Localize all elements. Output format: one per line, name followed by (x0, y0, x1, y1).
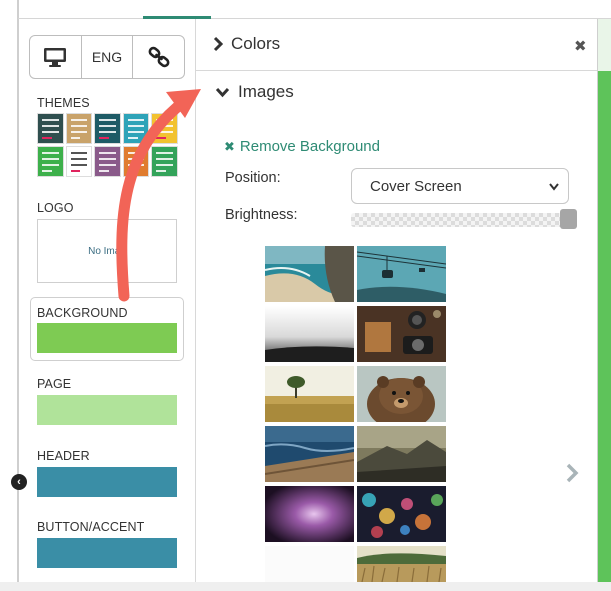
camera-desk-image (357, 306, 446, 362)
brightness-slider-handle[interactable] (560, 209, 577, 229)
preview-toolbar: ENG (29, 35, 185, 79)
theme-option[interactable] (122, 146, 150, 177)
gallery-image[interactable] (357, 306, 446, 362)
gallery-image[interactable] (357, 426, 446, 482)
link-icon (148, 46, 170, 68)
close-icon: ✖ (574, 38, 587, 55)
foggy-landscape-image (265, 306, 354, 362)
gallery-image[interactable] (265, 366, 354, 422)
button-accent-color-swatch[interactable] (37, 538, 177, 568)
position-value: Cover Screen (370, 177, 462, 195)
gallery-image[interactable] (357, 486, 446, 542)
close-button[interactable]: ✖ (574, 37, 587, 55)
gallery-image[interactable] (265, 486, 354, 542)
gallery-image[interactable] (265, 246, 354, 302)
remove-background-link[interactable]: ✖ Remove Background (224, 138, 380, 155)
theme-option[interactable] (37, 113, 64, 144)
brightness-label: Brightness: (225, 207, 298, 223)
button-accent-label: BUTTON/ACCENT (37, 520, 145, 534)
page-preview-strip (598, 19, 611, 582)
sidebar-divider (195, 19, 196, 582)
gallery-image[interactable] (265, 546, 354, 582)
theme-option[interactable] (151, 146, 178, 177)
page-label: PAGE (37, 377, 72, 391)
share-link-button[interactable] (133, 36, 184, 78)
color-bokeh-image (357, 486, 446, 542)
theme-option[interactable] (151, 113, 178, 144)
gallery-image[interactable] (265, 306, 354, 362)
ocean-pier-image (265, 426, 354, 482)
logo-label: LOGO (37, 201, 74, 215)
theme-option[interactable] (94, 146, 121, 177)
chevron-left-icon: ‹ (17, 476, 21, 488)
gallery-image[interactable] (265, 426, 354, 482)
device-preview-button[interactable] (30, 36, 82, 78)
logo-upload[interactable]: No Imag (37, 219, 177, 283)
colors-heading: Colors (231, 34, 281, 53)
theme-option[interactable] (65, 146, 93, 177)
wheat-field-image (357, 546, 446, 582)
background-image-gallery (265, 246, 446, 582)
chevron-right-icon (566, 463, 579, 483)
language-button[interactable]: ENG (82, 36, 134, 78)
gallery-image[interactable] (357, 246, 446, 302)
logo-placeholder: No Imag (88, 245, 126, 257)
brightness-slider[interactable] (351, 213, 577, 227)
themes-grid (37, 113, 178, 177)
frame-bottom (0, 582, 611, 591)
images-heading: Images (238, 82, 294, 101)
gallery-image[interactable] (357, 366, 446, 422)
gallery-image[interactable] (357, 546, 446, 582)
collapse-sidebar-button[interactable]: ‹ (11, 474, 27, 490)
theme-option[interactable] (94, 113, 121, 144)
monitor-icon (44, 48, 67, 67)
next-page-button[interactable] (565, 462, 579, 489)
theme-option[interactable] (37, 146, 64, 177)
remove-background-label: Remove Background (239, 138, 380, 155)
background-color-swatch[interactable] (37, 323, 177, 353)
remove-icon: ✖ (224, 138, 235, 154)
header-label: HEADER (37, 449, 90, 463)
images-toggle[interactable]: Images (215, 82, 294, 102)
position-label: Position: (225, 170, 281, 186)
beach-coast-image (265, 246, 354, 302)
themes-label: THEMES (37, 96, 90, 110)
mountain-haze-image (357, 426, 446, 482)
header-color-swatch[interactable] (37, 467, 177, 497)
background-label: BACKGROUND (37, 306, 128, 320)
bear-image (357, 366, 446, 422)
chevron-right-icon (213, 36, 223, 52)
purple-bokeh-image (265, 486, 354, 542)
colors-toggle[interactable]: Colors (213, 34, 280, 54)
position-select[interactable]: Cover Screen (351, 168, 569, 204)
page-preview-strip-top (598, 19, 611, 71)
theme-option[interactable] (122, 113, 150, 144)
language-label: ENG (91, 49, 123, 65)
chevron-down-icon (215, 87, 230, 97)
cable-car-image (357, 246, 446, 302)
page-color-swatch[interactable] (37, 395, 177, 425)
lone-tree-field-image (265, 366, 354, 422)
chevron-down-icon (549, 183, 559, 191)
theme-option[interactable] (65, 113, 93, 144)
white-blank-image (265, 546, 354, 582)
